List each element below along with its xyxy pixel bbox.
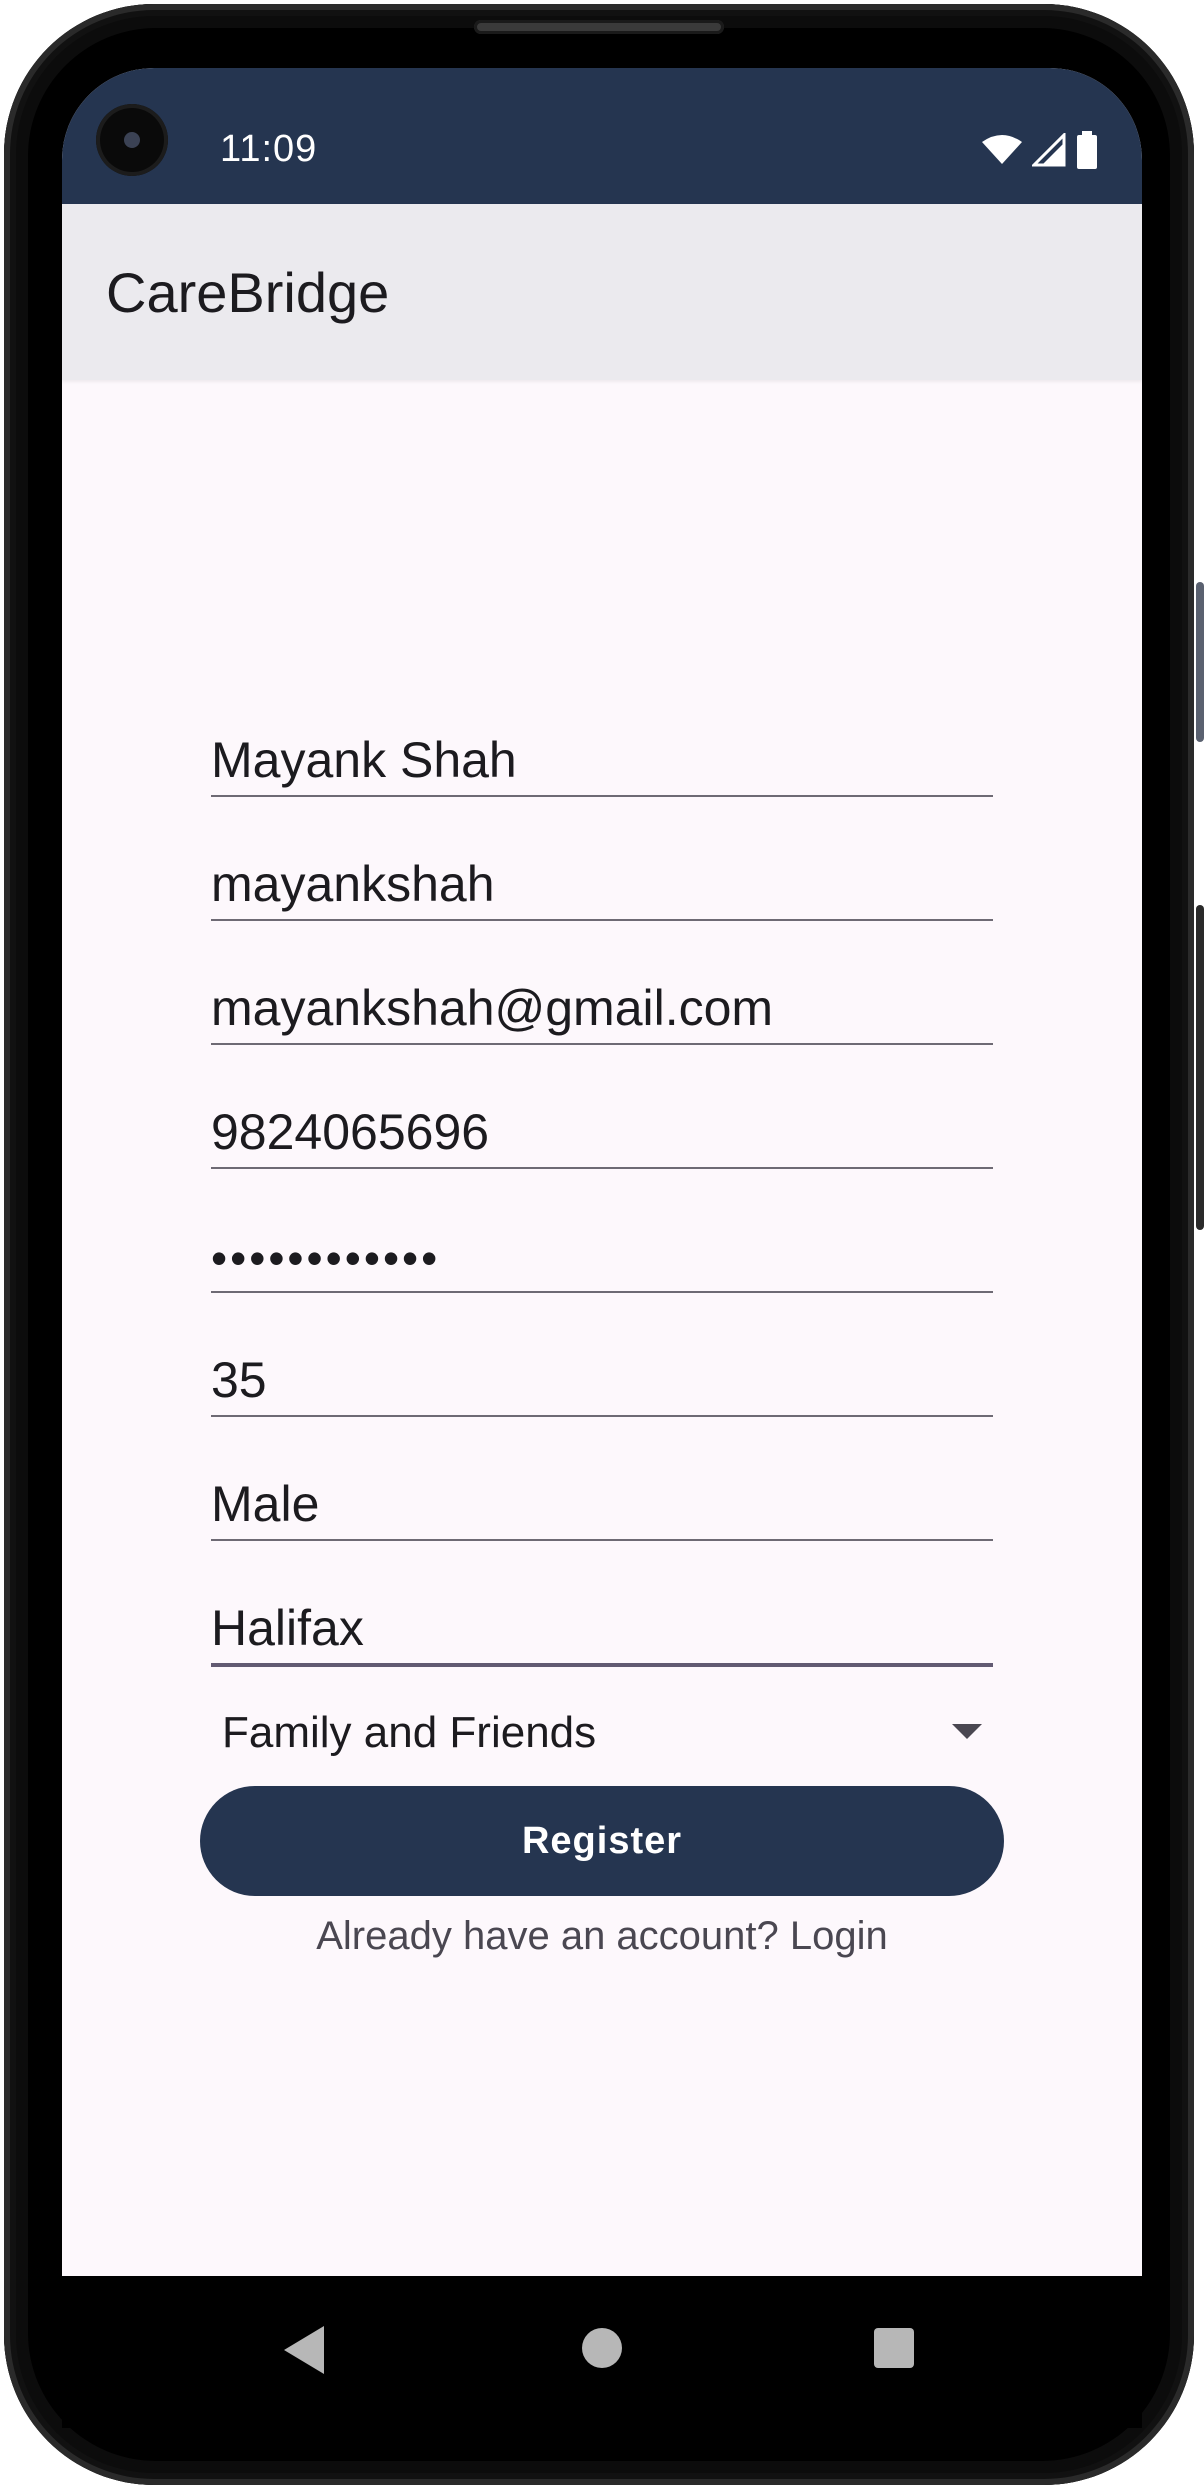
recents-icon[interactable] [874, 2328, 914, 2368]
navigation-bar [62, 2276, 1142, 2428]
status-time: 11:09 [220, 128, 318, 170]
full-name-field[interactable] [211, 725, 993, 797]
gender-field[interactable] [211, 1469, 993, 1541]
home-icon[interactable] [582, 2328, 622, 2368]
dropdown-arrow-icon [952, 1724, 982, 1739]
battery-icon [1077, 131, 1097, 169]
login-link[interactable]: Already have an account? Login [62, 1914, 1142, 1959]
register-button[interactable]: Register [200, 1786, 1004, 1896]
app-title: CareBridge [106, 261, 390, 324]
username-field[interactable] [211, 849, 993, 921]
age-input[interactable] [211, 1351, 993, 1409]
wifi-icon [982, 135, 1022, 164]
phone-input[interactable] [211, 1103, 993, 1161]
city-input[interactable] [211, 1599, 993, 1657]
front-camera-icon [96, 104, 168, 176]
status-icons [982, 130, 1098, 170]
username-input[interactable] [211, 855, 993, 913]
city-field[interactable] [211, 1593, 993, 1667]
volume-button [1196, 582, 1204, 742]
signal-icon [1032, 133, 1066, 167]
relationship-selected-value: Family and Friends [222, 1708, 597, 1757]
power-button [1196, 905, 1204, 1230]
phone-device: 11:09 CareBridge Mayank Shah mayankshah … [0, 0, 1204, 2491]
password-input[interactable] [211, 1231, 993, 1285]
back-icon[interactable] [284, 2326, 324, 2374]
gender-input[interactable] [211, 1475, 993, 1533]
password-field[interactable] [211, 1221, 993, 1293]
email-field[interactable] [211, 973, 993, 1045]
earpiece-speaker [474, 20, 724, 34]
age-field[interactable] [211, 1345, 993, 1417]
app-bar: CareBridge [62, 204, 1142, 380]
email-input[interactable] [211, 979, 993, 1037]
relationship-dropdown[interactable]: Family and Friends [222, 1700, 982, 1764]
screen: 11:09 CareBridge Mayank Shah mayankshah … [62, 68, 1142, 2428]
status-bar: 11:09 [62, 68, 1142, 204]
phone-field[interactable] [211, 1097, 993, 1169]
full-name-input[interactable] [211, 731, 993, 789]
